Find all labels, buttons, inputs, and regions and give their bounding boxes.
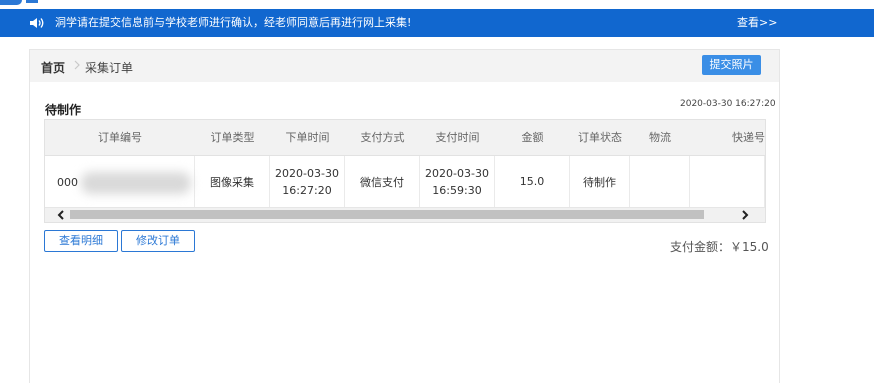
chevron-right-scroll-icon[interactable]	[739, 209, 751, 221]
chevron-left-icon[interactable]	[55, 209, 67, 221]
submit-photo-button[interactable]: 提交照片	[702, 55, 761, 75]
order-no-prefix: 000	[57, 176, 78, 189]
table-row: 000 图像采集 2020-03-30 16:27:20 微信支付 2020-0…	[45, 156, 765, 207]
cell-order-time: 2020-03-30 16:27:20	[270, 156, 345, 207]
cell-pay-time: 2020-03-30 16:59:30	[420, 156, 495, 207]
order-status-title: 待制作	[45, 103, 82, 117]
breadcrumb-home[interactable]: 首页	[41, 59, 65, 76]
masked-order-number	[81, 172, 191, 194]
cell-type: 图像采集	[195, 156, 270, 207]
column-header-logistics: 物流	[649, 131, 671, 144]
order-table: 订单编号 订单类型 下单时间 支付方式 支付时间 金额 订单状态 物流 快递号 …	[44, 119, 766, 223]
cell-tracking	[690, 156, 765, 207]
breadcrumb: 首页 采集订单 提交照片	[30, 50, 779, 82]
logo-fragment	[0, 0, 22, 5]
column-header-pay-time: 支付时间	[435, 131, 480, 144]
cell-pay-date: 2020-03-30	[425, 166, 489, 180]
top-header-fragment	[0, 0, 874, 9]
column-header-order-no: 订单编号	[98, 131, 142, 144]
notice-bar: 洞学请在提交信息前与学校老师进行确认，经老师同意后再进行网上采集! 查看>>	[0, 9, 874, 37]
cell-pay-clock: 16:59:30	[432, 183, 482, 197]
notice-view-link[interactable]: 查看>>	[737, 16, 777, 30]
table-header: 订单编号 订单类型 下单时间 支付方式 支付时间 金额 订单状态 物流 快递号	[45, 120, 765, 156]
column-header-pay-method: 支付方式	[360, 131, 405, 144]
chevron-right-icon	[72, 58, 82, 72]
modify-order-button[interactable]: 修改订单	[121, 230, 195, 252]
order-panel: 首页 采集订单 提交照片 待制作 2020-03-30 16:27:20 订单编…	[29, 49, 780, 383]
column-header-type: 订单类型	[210, 131, 255, 144]
cell-order-date: 2020-03-30	[275, 166, 339, 180]
cell-order-no: 000	[45, 156, 195, 207]
column-header-status: 订单状态	[578, 131, 622, 144]
cell-status: 待制作	[570, 156, 630, 207]
payment-total: 支付金额：￥15.0	[670, 240, 769, 254]
speaker-icon	[29, 16, 45, 30]
scrollbar-thumb[interactable]	[70, 210, 704, 219]
logo-fragment-dash	[26, 0, 38, 3]
cell-amount: 15.0	[495, 156, 570, 207]
cell-logistics	[630, 156, 690, 207]
order-timestamp: 2020-03-30 16:27:20	[680, 99, 776, 109]
column-header-tracking: 快递号	[732, 131, 765, 144]
cell-pay-method: 微信支付	[345, 156, 420, 207]
view-detail-button[interactable]: 查看明细	[44, 230, 118, 252]
cell-order-clock: 16:27:20	[282, 183, 332, 197]
notice-message: 洞学请在提交信息前与学校老师进行确认，经老师同意后再进行网上采集!	[55, 16, 412, 29]
column-header-order-time: 下单时间	[285, 131, 330, 144]
breadcrumb-current: 采集订单	[85, 61, 134, 75]
column-header-amount: 金额	[521, 131, 544, 144]
horizontal-scrollbar[interactable]	[45, 207, 765, 222]
